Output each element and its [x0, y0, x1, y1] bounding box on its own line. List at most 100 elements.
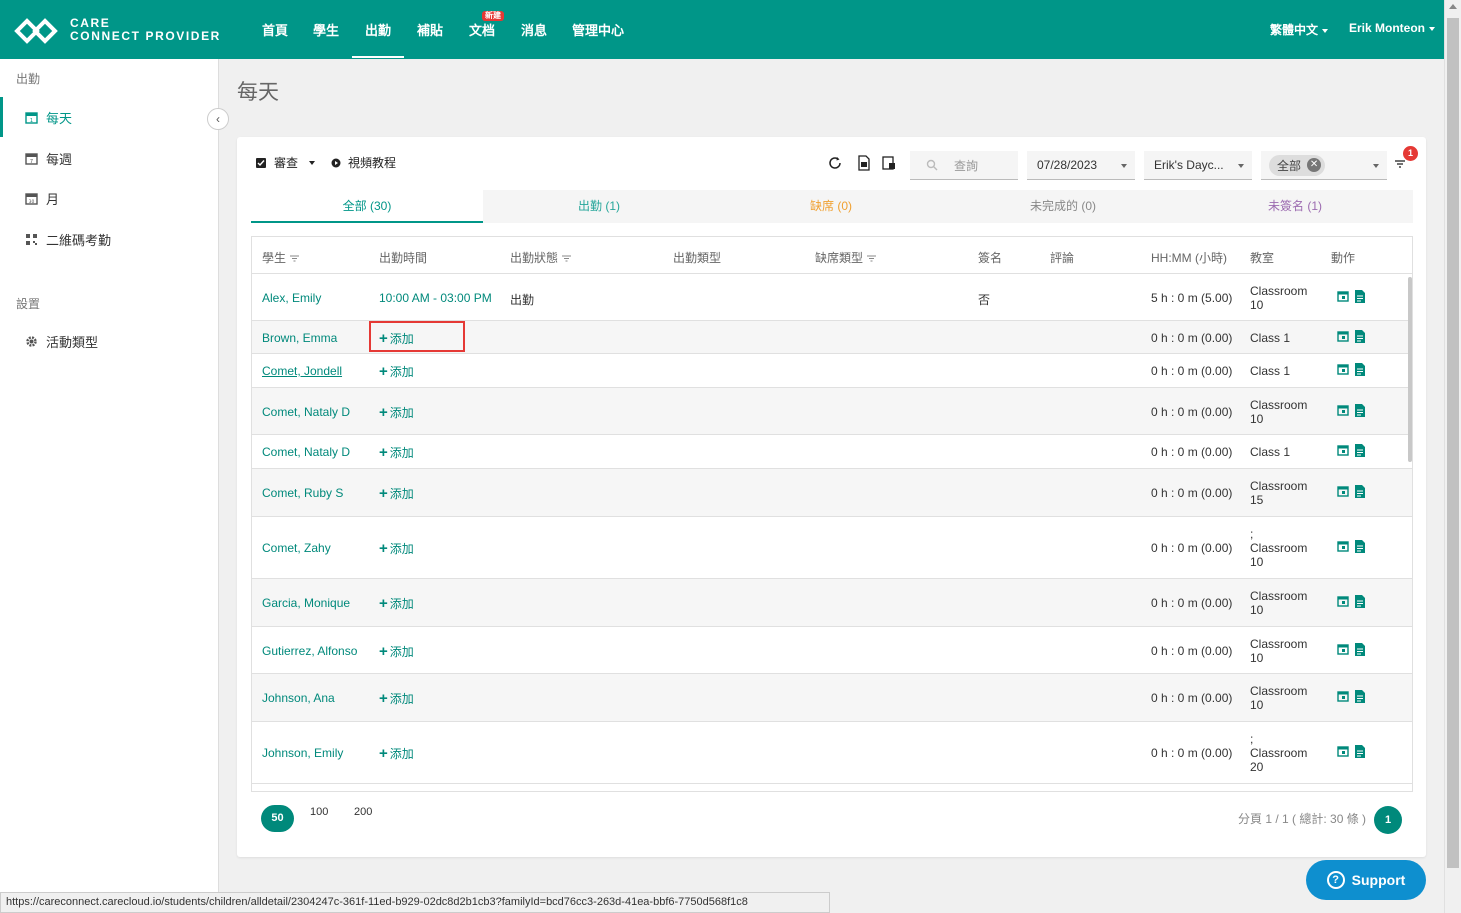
user-menu[interactable]: Erik Monteon: [1349, 21, 1436, 35]
calendar-edit-icon[interactable]: [1337, 540, 1349, 553]
classroom-line: 10: [1250, 555, 1264, 569]
print-icon[interactable]: [881, 155, 897, 171]
date-picker[interactable]: 07/28/2023: [1027, 151, 1135, 180]
add-time-button[interactable]: + 添加: [379, 643, 414, 660]
add-time-button[interactable]: + 添加: [379, 444, 414, 461]
review-dropdown[interactable]: 審查: [255, 154, 316, 171]
nav-attendance[interactable]: 出勤: [365, 20, 391, 39]
filter-icon[interactable]: [290, 255, 300, 262]
column-header-status[interactable]: 出勤狀態: [510, 249, 572, 266]
calendar-edit-icon[interactable]: [1337, 330, 1349, 343]
document-icon[interactable]: [1354, 690, 1366, 703]
document-icon[interactable]: [1354, 404, 1366, 417]
sidebar-item-daily[interactable]: 1 每天: [0, 97, 218, 137]
nav-messages[interactable]: 消息: [521, 20, 547, 39]
table-row: Johnson, Ana + 添加 0 h : 0 m (0.00) Classroom…: [252, 674, 1412, 722]
document-icon[interactable]: [1354, 485, 1366, 498]
add-time-button[interactable]: + 添加: [379, 595, 414, 612]
student-name-link[interactable]: Johnson, Ana: [262, 691, 335, 705]
classroom-select[interactable]: 全部 ✕: [1261, 151, 1387, 180]
page-size-200[interactable]: 200: [354, 806, 372, 818]
document-icon[interactable]: [1354, 330, 1366, 343]
document-icon[interactable]: [1354, 595, 1366, 608]
add-time-button[interactable]: + 添加: [379, 404, 414, 421]
student-name-link[interactable]: Comet, Nataly D: [262, 405, 350, 419]
sidebar-item-label: 活動類型: [46, 334, 99, 350]
center-select[interactable]: Erik's Dayc...: [1144, 151, 1252, 180]
tab-present[interactable]: 出勤 (1): [483, 190, 715, 223]
table-scrollbar[interactable]: [1408, 277, 1412, 462]
student-name-link[interactable]: Johnson, Emily: [262, 746, 343, 760]
calendar-edit-icon[interactable]: [1337, 404, 1349, 417]
attendance-time[interactable]: 10:00 AM - 03:00 PM: [379, 291, 492, 305]
calendar-edit-icon[interactable]: [1337, 745, 1349, 758]
nav-documents[interactable]: 文档: [469, 20, 495, 39]
document-icon[interactable]: [1354, 540, 1366, 553]
filter-icon[interactable]: [1394, 158, 1406, 170]
add-time-button[interactable]: + 添加: [379, 745, 414, 762]
classroom-line: Classroom: [1250, 398, 1308, 412]
search-input[interactable]: 查詢: [910, 151, 1018, 180]
scroll-up-icon[interactable]: [1449, 4, 1457, 9]
language-selector[interactable]: 繁體中文: [1270, 21, 1329, 38]
support-button[interactable]: ? Support: [1306, 860, 1426, 900]
video-tutorial-link[interactable]: 視頻教程: [331, 154, 396, 171]
student-name-link[interactable]: Gutierrez, Alfonso: [262, 644, 357, 658]
nav-admin-center[interactable]: 管理中心: [572, 20, 624, 39]
calendar-edit-icon[interactable]: [1337, 595, 1349, 608]
document-icon[interactable]: [1354, 745, 1366, 758]
nav-students[interactable]: 學生: [313, 20, 339, 39]
student-name-link[interactable]: Comet, Nataly D: [262, 445, 350, 459]
calendar-edit-icon[interactable]: [1337, 444, 1349, 457]
tab-absent[interactable]: 缺席 (0): [715, 190, 947, 223]
student-name-link[interactable]: Alex, Emily: [262, 291, 321, 305]
student-name-link[interactable]: Comet, Jondell: [262, 364, 342, 378]
calendar-edit-icon[interactable]: [1337, 290, 1349, 303]
classroom-chip[interactable]: 全部 ✕: [1269, 154, 1326, 176]
document-icon[interactable]: [1354, 643, 1366, 656]
page-number-button[interactable]: 1: [1374, 806, 1402, 834]
tab-all[interactable]: 全部 (30): [251, 190, 483, 223]
sidebar-item-monthly[interactable]: 30 月: [0, 178, 218, 218]
calendar-edit-icon[interactable]: [1337, 363, 1349, 376]
page-scrollbar[interactable]: [1444, 0, 1461, 913]
signature-status: 否: [978, 293, 991, 307]
add-time-button[interactable]: + 添加: [379, 690, 414, 707]
document-icon[interactable]: [1354, 444, 1366, 457]
sidebar-collapse-button[interactable]: ‹: [207, 108, 229, 130]
table-row: Garcia, Monique + 添加 0 h : 0 m (0.00) Classr…: [252, 579, 1412, 627]
page-size-50[interactable]: 50: [261, 805, 294, 832]
sidebar-item-weekly[interactable]: 7 每週: [0, 138, 218, 178]
student-name-link[interactable]: Garcia, Monique: [262, 596, 350, 610]
close-icon[interactable]: ✕: [1307, 158, 1322, 172]
column-header-classroom: 教室: [1250, 251, 1275, 265]
tab-incomplete[interactable]: 未完成的 (0): [947, 190, 1179, 223]
nav-home[interactable]: 首頁: [262, 20, 288, 39]
nav-subsidy[interactable]: 補貼: [417, 20, 443, 39]
sidebar-item-activity-types[interactable]: 活動類型: [0, 321, 218, 361]
document-icon[interactable]: [1354, 363, 1366, 376]
export-pdf-icon[interactable]: [856, 155, 872, 171]
filter-icon[interactable]: [867, 255, 877, 262]
calendar-edit-icon[interactable]: [1337, 485, 1349, 498]
sidebar-item-qr-attendance[interactable]: 二維碼考勤: [0, 219, 218, 259]
scrollbar-thumb[interactable]: [1447, 18, 1459, 868]
column-header-absence-type[interactable]: 缺席類型: [815, 249, 877, 266]
refresh-icon[interactable]: [827, 155, 843, 171]
classroom-value: Classroom 10: [1250, 589, 1307, 617]
logo[interactable]: CARE CONNECT PROVIDER: [14, 16, 229, 46]
hours-value: 0 h : 0 m (0.00): [1151, 405, 1233, 419]
calendar-edit-icon[interactable]: [1337, 690, 1349, 703]
tab-unsigned[interactable]: 未簽名 (1): [1179, 190, 1411, 223]
add-time-button[interactable]: + 添加: [379, 485, 414, 502]
filter-icon[interactable]: [562, 255, 572, 262]
add-time-button[interactable]: + 添加: [379, 363, 414, 380]
calendar-edit-icon[interactable]: [1337, 643, 1349, 656]
page-size-100[interactable]: 100: [310, 806, 328, 818]
column-header-student[interactable]: 學生: [262, 249, 300, 266]
student-name-link[interactable]: Brown, Emma: [262, 331, 337, 345]
add-time-button[interactable]: + 添加: [379, 540, 414, 557]
document-icon[interactable]: [1354, 290, 1366, 303]
student-name-link[interactable]: Comet, Zahy: [262, 541, 331, 555]
student-name-link[interactable]: Comet, Ruby S: [262, 486, 343, 500]
